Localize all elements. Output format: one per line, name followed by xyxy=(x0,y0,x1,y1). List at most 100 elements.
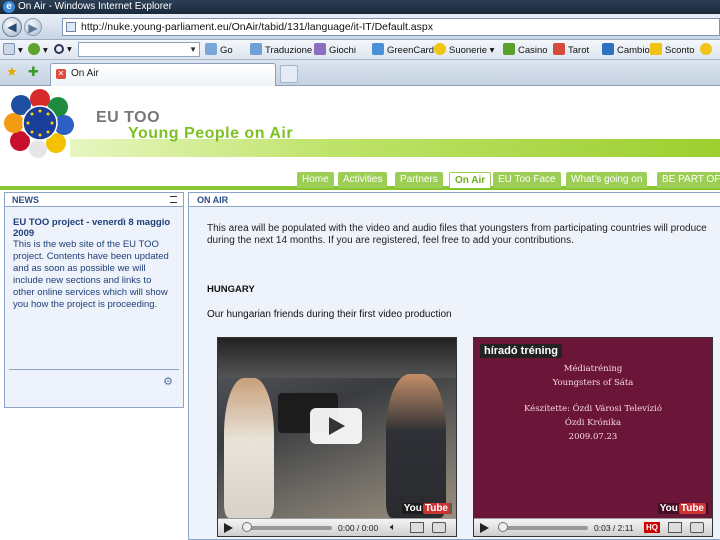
toolbar-overflow[interactable] xyxy=(700,43,715,57)
video-time: 0:03 / 2:11 xyxy=(594,523,634,533)
forward-button[interactable]: ▶ xyxy=(24,18,42,36)
news-title[interactable]: EU TOO project - venerdì 8 maggio 2009 xyxy=(13,217,173,239)
play-overlay-button[interactable] xyxy=(310,408,362,444)
links-toolbar: ▾ ▾ ▾ ▼ Go Traduzione Giochi GreenCard S… xyxy=(0,40,720,60)
fullsize-button[interactable] xyxy=(668,522,682,533)
eu-too-flower-logo[interactable] xyxy=(4,87,76,159)
add-favorites-icon[interactable]: ✚ xyxy=(28,65,39,79)
toolbar-link-6[interactable]: Cambio xyxy=(602,43,650,57)
nav-activities[interactable]: Activities xyxy=(338,172,388,188)
toolbar-link-1[interactable]: Giochi xyxy=(314,43,356,57)
hq-button[interactable]: HQ xyxy=(644,522,660,533)
person-left xyxy=(224,378,274,518)
toolbar-link-2[interactable]: GreenCard xyxy=(372,43,434,57)
nav-partners[interactable]: Partners xyxy=(395,172,443,188)
toolbar-link-4[interactable]: Casino xyxy=(503,43,548,57)
on-air-panel: ON AIR This area will be populated with … xyxy=(188,192,720,540)
video-slate-line-5: Ózdi Krónika xyxy=(564,418,622,428)
video-controls-1: 0:00 / 0:00 🔈︎ xyxy=(218,518,456,536)
nav-eu-too-face[interactable]: EU Too Face xyxy=(493,172,561,188)
ringtones-icon xyxy=(434,43,446,55)
video-time: 0:00 / 0:00 xyxy=(338,523,379,533)
play-button[interactable] xyxy=(224,523,233,533)
add-toolbar-button[interactable]: ▾ xyxy=(3,43,23,57)
ie-logo-icon: e xyxy=(3,1,15,13)
nav-whats-going-on[interactable]: What's going on xyxy=(566,172,648,188)
news-header: NEWS xyxy=(5,193,183,207)
video-player-1[interactable]: You Tube 0:00 / 0:00 🔈︎ xyxy=(217,337,457,537)
studio-lights xyxy=(218,338,456,378)
games-icon xyxy=(314,43,326,55)
go-button[interactable]: Go xyxy=(205,43,233,57)
expand-button[interactable] xyxy=(690,522,704,533)
video-player-2[interactable]: híradó tréning Médiatréning Youngsters o… xyxy=(473,337,713,537)
fullsize-button[interactable] xyxy=(410,522,424,533)
address-input[interactable]: http://nuke.young-parliament.eu/OnAir/ta… xyxy=(62,18,720,36)
magnifier-icon xyxy=(54,44,64,54)
back-button[interactable]: ◀ xyxy=(2,17,22,37)
news-panel: NEWS EU TOO project - venerdì 8 maggio 2… xyxy=(4,192,184,408)
web-page: EU TOO Young People on Air Home Activiti… xyxy=(0,87,720,540)
toolbar-link-5[interactable]: Tarot xyxy=(553,43,589,57)
window-title: On Air - Windows Internet Explorer xyxy=(18,1,172,12)
on-air-intro: This area will be populated with the vid… xyxy=(207,223,707,246)
tab-strip: ★ ✚ ✕ On Air xyxy=(0,60,720,86)
video-slate-line-6: 2009.07.23 xyxy=(568,432,618,442)
toolbar-menu-icon xyxy=(3,43,15,55)
brand-subtitle: Young People on Air xyxy=(128,125,294,142)
play-icon xyxy=(329,417,345,435)
translate-icon xyxy=(250,43,262,55)
go-icon xyxy=(205,43,217,55)
expand-button[interactable] xyxy=(432,522,446,533)
play-button[interactable] xyxy=(480,523,489,533)
video-slate-line-1: Médiatréning xyxy=(563,364,623,374)
news-body: This is the web site of the EU TOO proje… xyxy=(13,239,169,310)
window-titlebar: e On Air - Windows Internet Explorer xyxy=(0,0,720,14)
toolbar-link-0[interactable]: Traduzione xyxy=(250,43,312,57)
volume-icon[interactable]: 🔈︎ xyxy=(390,523,396,533)
smiley-icon xyxy=(700,43,712,55)
video-thumbnail-1[interactable]: You Tube xyxy=(218,338,456,518)
address-bar-row: ◀ ▶ http://nuke.young-parliament.eu/OnAi… xyxy=(0,14,720,40)
search-engine-button[interactable]: ▾ xyxy=(54,43,72,57)
youtube-logo[interactable]: You Tube xyxy=(401,503,452,514)
video-caption: Our hungarian friends during their first… xyxy=(207,309,452,320)
currency-icon xyxy=(602,43,614,55)
video-controls-2: 0:03 / 2:11 HQ xyxy=(474,518,712,536)
video-slate-line-2: Youngsters of Sáta xyxy=(552,378,634,388)
address-url: http://nuke.young-parliament.eu/OnAir/ta… xyxy=(81,21,433,33)
page-icon xyxy=(66,22,76,32)
discount-icon xyxy=(650,43,662,55)
new-tab-button[interactable] xyxy=(280,65,298,83)
home-toolbar-button[interactable]: ▾ xyxy=(28,43,48,57)
toolbar-link-7[interactable]: Sconto xyxy=(650,43,695,57)
tab-on-air[interactable]: ✕ On Air xyxy=(50,63,276,86)
seek-bar[interactable] xyxy=(242,526,332,530)
tab-favicon-icon: ✕ xyxy=(56,69,66,79)
youtube-logo[interactable]: You Tube xyxy=(657,503,708,514)
toolbar-search-input[interactable]: ▼ xyxy=(78,42,200,57)
nav-on-air[interactable]: On Air xyxy=(449,172,492,188)
video-slate-line-4: Készítette: Ózdi Városi Televízió xyxy=(524,404,662,414)
seek-handle[interactable] xyxy=(498,522,508,532)
rss-icon[interactable]: ⚙ xyxy=(163,375,173,388)
news-divider xyxy=(9,369,179,370)
seek-handle[interactable] xyxy=(242,522,252,532)
tarot-icon xyxy=(553,43,565,55)
on-air-header: ON AIR xyxy=(189,193,720,207)
greencard-icon xyxy=(372,43,384,55)
site-header: EU TOO Young People on Air xyxy=(0,87,720,159)
casino-icon xyxy=(503,43,515,55)
search-dropdown-icon: ▼ xyxy=(189,45,197,54)
video-title-chip: híradó tréning xyxy=(480,344,562,358)
country-heading: HUNGARY xyxy=(207,284,255,295)
seek-bar[interactable] xyxy=(498,526,588,530)
nav-home[interactable]: Home xyxy=(297,172,334,188)
toolbar-link-3[interactable]: Suonerie ▾ xyxy=(434,43,494,57)
toolbar-logo-icon xyxy=(28,43,40,55)
panel-menu-icon[interactable] xyxy=(170,196,177,203)
favorites-star-icon[interactable]: ★ xyxy=(6,65,18,79)
video-thumbnail-2[interactable]: híradó tréning Médiatréning Youngsters o… xyxy=(474,338,712,518)
nav-be-part-of[interactable]: BE PART OF xyxy=(657,172,720,188)
person-right xyxy=(386,374,446,518)
